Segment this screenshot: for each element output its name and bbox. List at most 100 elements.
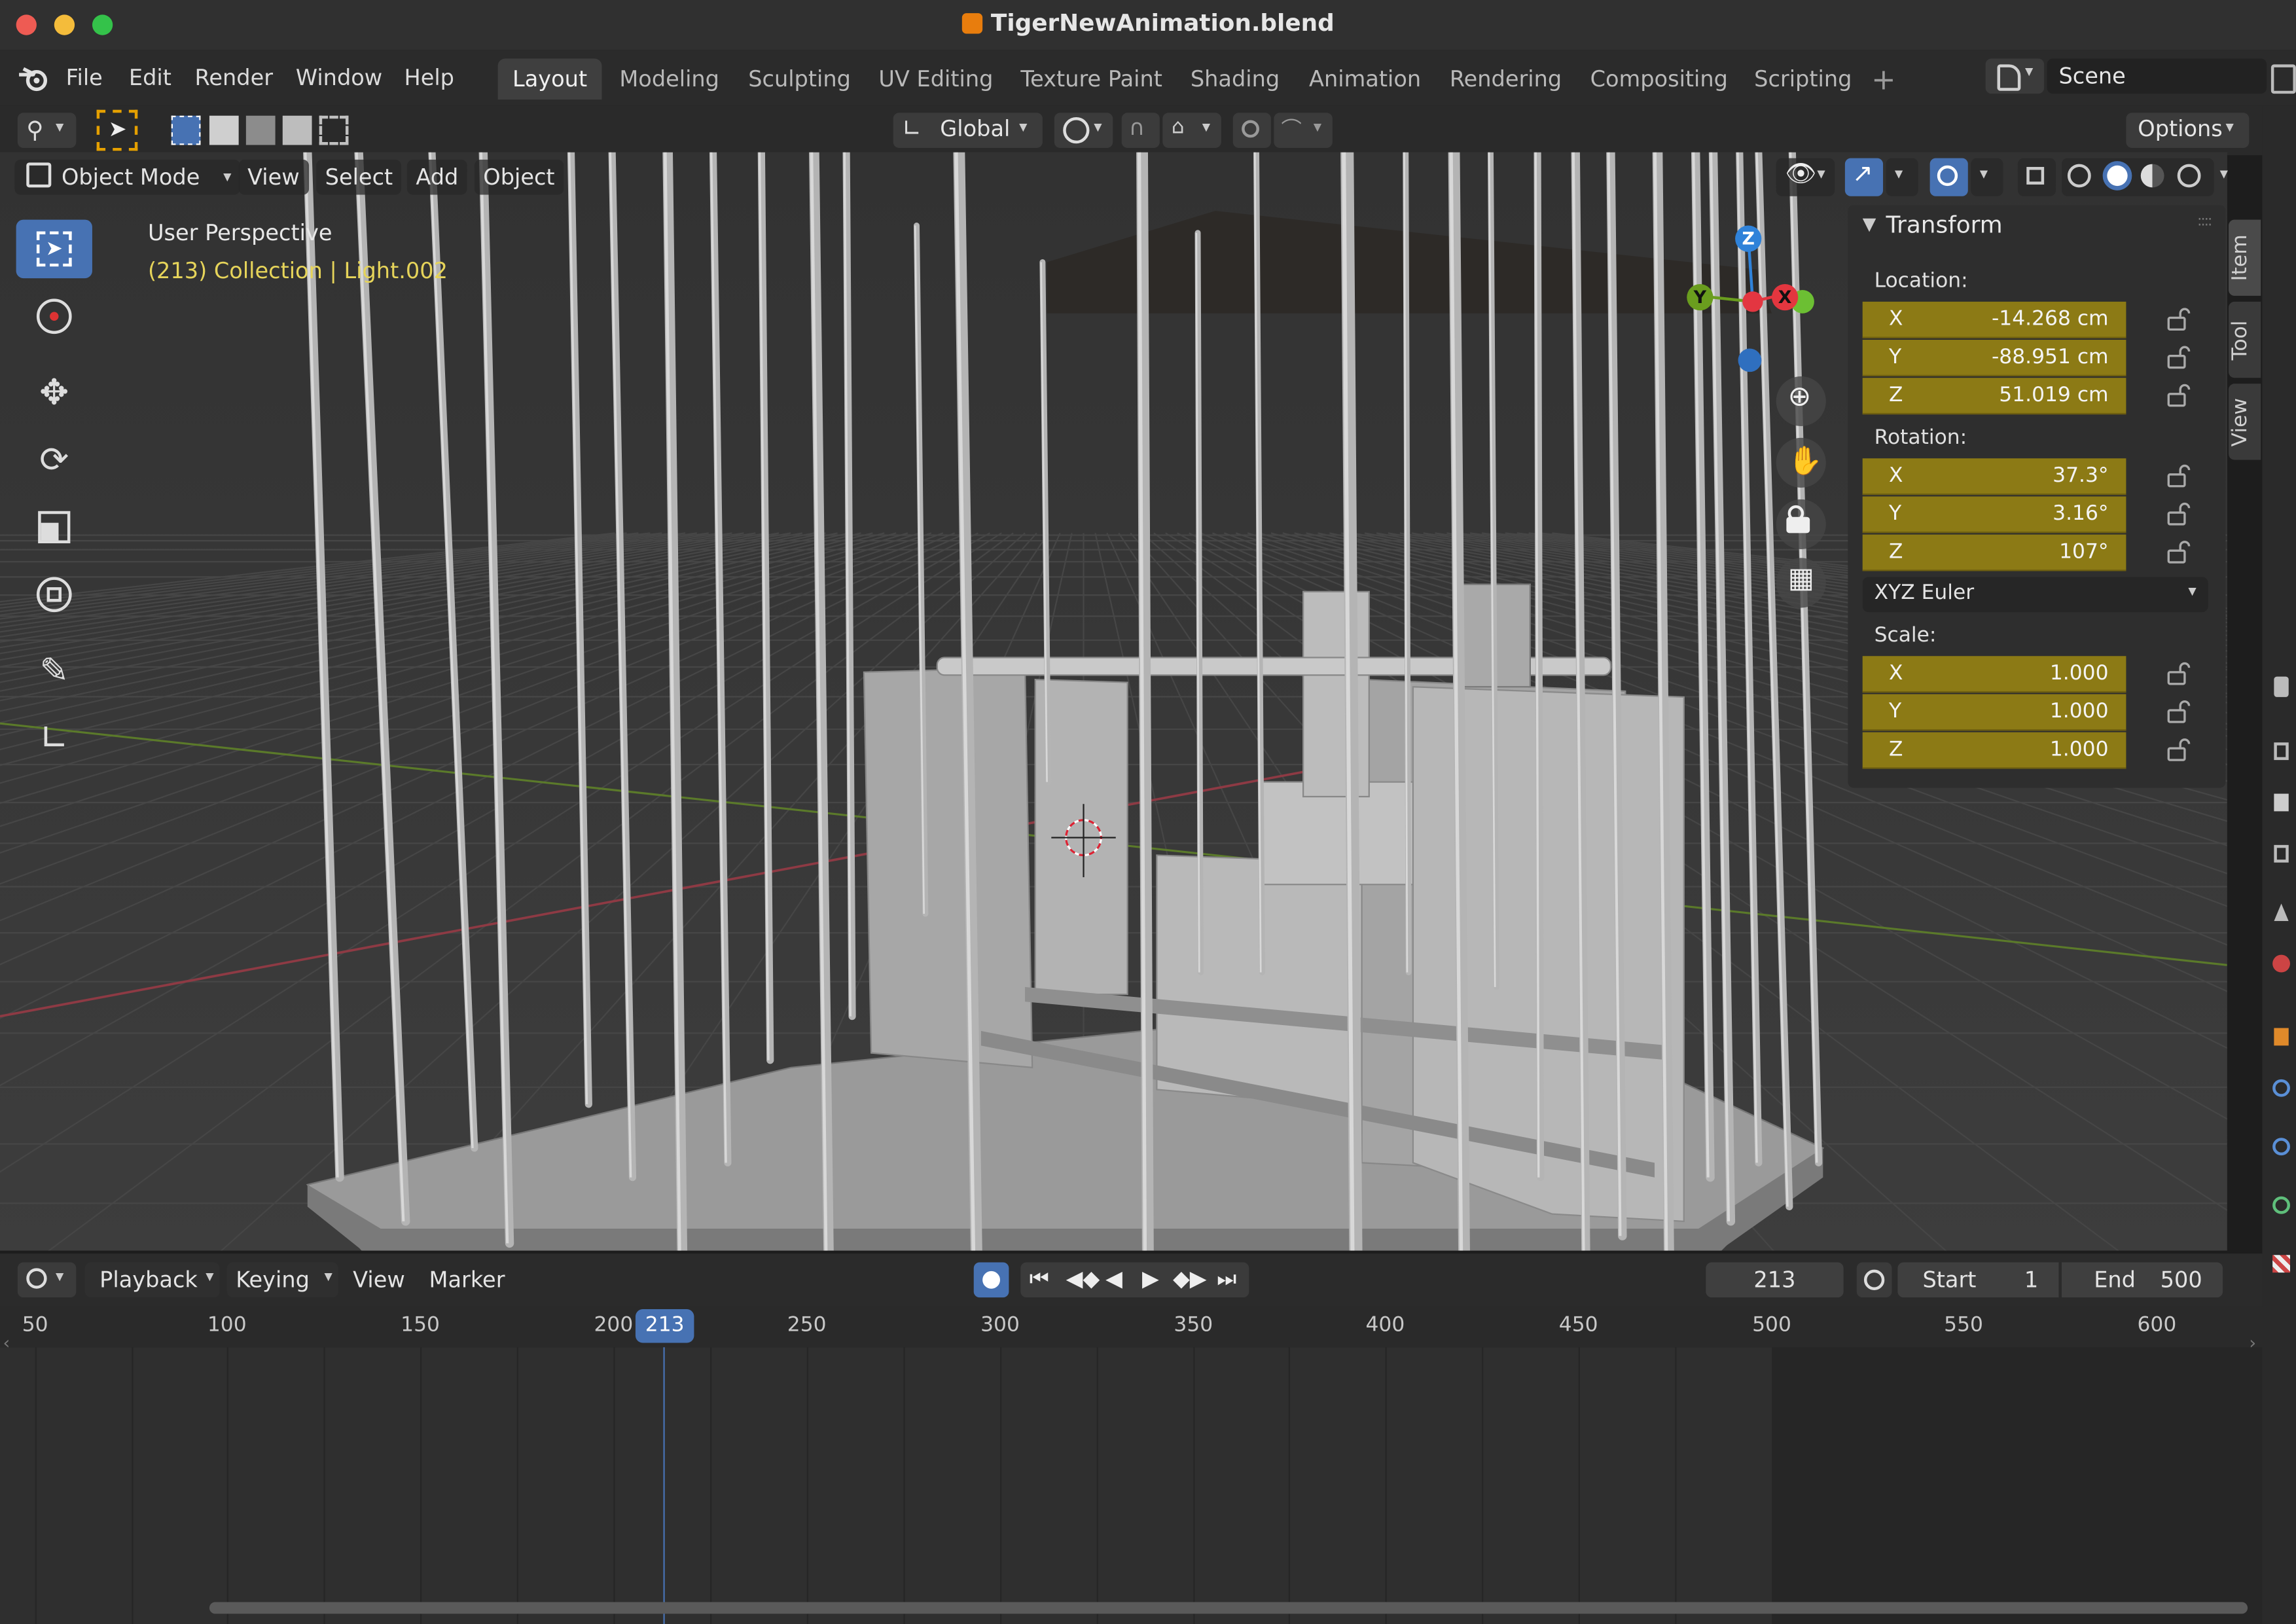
jump-to-end-icon[interactable]: ⏭ [1217, 1265, 1236, 1291]
tab-texture-paint[interactable]: Texture Paint [1006, 58, 1177, 99]
object-mode-dropdown[interactable]: Object Mode ▾ [14, 159, 240, 195]
unlock-icon[interactable] [2164, 463, 2191, 489]
scene-name-field[interactable]: Scene [2047, 58, 2267, 94]
navigation-gizmo[interactable]: Z Y X [1669, 211, 1830, 372]
unlock-icon[interactable] [2164, 660, 2191, 687]
viewport-menu-add[interactable]: Add [406, 159, 467, 195]
tool-properties-icon[interactable] [2274, 676, 2289, 697]
tab-layout[interactable]: Layout [497, 58, 602, 100]
rotate-tool-button[interactable]: ⟳ [16, 431, 92, 489]
unlock-icon[interactable] [2164, 344, 2191, 370]
constraint-properties-icon[interactable] [2272, 1196, 2290, 1214]
annotate-tool-button[interactable]: ✎ [16, 641, 92, 700]
select-box-tool-icon[interactable]: ➤ [96, 109, 138, 151]
overlays-toggle[interactable] [1929, 158, 1968, 196]
options-dropdown[interactable]: Options ▾ [2126, 113, 2250, 148]
transform-tool-button[interactable] [16, 566, 92, 624]
rotation-mode-dropdown[interactable]: XYZ Euler ▾ [1862, 577, 2208, 613]
tab-modeling[interactable]: Modeling [605, 58, 734, 99]
location-y-field[interactable]: Y -88.951 cm [1862, 340, 2126, 376]
tab-sculpting[interactable]: Sculpting [734, 58, 865, 99]
render-properties-icon[interactable] [2274, 742, 2289, 761]
rotation-y-field[interactable]: Y 3.16° [1862, 496, 2126, 533]
proportional-falloff-button[interactable]: ⌒ ▾ [1274, 113, 1333, 148]
end-frame-field[interactable]: End 500 [2061, 1262, 2223, 1298]
timeline-menu-marker[interactable]: Marker [429, 1267, 505, 1293]
playhead-frame-badge[interactable]: 213 [635, 1309, 694, 1343]
zoom-icon[interactable]: ⊕ [1776, 376, 1826, 427]
gizmo-toggle[interactable]: ↗ [1844, 158, 1884, 196]
unlock-icon[interactable] [2164, 736, 2191, 763]
preview-range-toggle[interactable] [1856, 1262, 1892, 1298]
hand-pan-icon[interactable]: ✋ [1776, 437, 1826, 488]
view-layer-icon[interactable] [2270, 64, 2296, 94]
visibility-toggle[interactable]: 👁 ▾ [1776, 158, 1835, 196]
measure-tool-button[interactable]: ∟ [16, 709, 92, 767]
keying-menu[interactable]: Keying ▾ [226, 1262, 338, 1298]
shading-options[interactable]: ▾ [2214, 158, 2244, 196]
current-frame-field[interactable]: 213 [1706, 1262, 1844, 1298]
play-reverse-icon[interactable]: ◀ [1105, 1265, 1122, 1291]
tab-compositing[interactable]: Compositing [1575, 58, 1742, 99]
snap-target-button[interactable]: ⌂ ▾ [1162, 113, 1221, 148]
viewport-menu-select[interactable]: Select [316, 159, 402, 195]
object-properties-icon[interactable] [2274, 1028, 2289, 1046]
wireframe-shading-icon[interactable] [2067, 164, 2091, 188]
tab-animation[interactable]: Animation [1295, 58, 1436, 99]
gizmo-y-button[interactable]: Y [1687, 284, 1713, 311]
physics-properties-icon[interactable] [2272, 1138, 2290, 1156]
blender-logo-icon[interactable] [18, 63, 50, 92]
rotation-x-field[interactable]: X 37.3° [1862, 458, 2126, 496]
cursor-tool-button[interactable] [16, 287, 92, 345]
menu-help[interactable]: Help [404, 64, 454, 90]
select-mode-invert-icon[interactable] [282, 115, 312, 145]
editor-type-button[interactable]: ⚲ ▾ [17, 113, 77, 148]
chevron-left-icon[interactable]: ‹ [3, 1333, 10, 1353]
unlock-icon[interactable] [2164, 501, 2191, 527]
scene-properties-icon[interactable] [2274, 903, 2289, 922]
sidebar-tab-view[interactable]: View [2229, 384, 2261, 460]
tab-rendering[interactable]: Rendering [1435, 58, 1576, 99]
start-frame-field[interactable]: Start 1 [1897, 1262, 2059, 1298]
location-z-field[interactable]: Z 51.019 cm [1862, 378, 2126, 415]
unlock-icon[interactable] [2164, 698, 2191, 725]
timeline-menu-view[interactable]: View [353, 1267, 405, 1293]
timeline-editor-type-button[interactable]: ▾ [17, 1262, 77, 1298]
viewport-menu-view[interactable]: View [238, 159, 309, 195]
menu-window[interactable]: Window [296, 64, 382, 90]
timeline-ruler[interactable]: 50 100 150 200 250 300 350 400 450 500 5… [0, 1306, 2263, 1348]
select-mode-extend-icon[interactable] [209, 115, 239, 145]
menu-edit[interactable]: Edit [129, 64, 171, 90]
select-mode-subtract-icon[interactable] [245, 115, 276, 145]
scale-z-field[interactable]: Z 1.000 [1862, 732, 2126, 769]
unlock-icon[interactable] [2164, 539, 2191, 565]
viewport-menu-object[interactable]: Object [474, 159, 564, 195]
world-properties-icon[interactable] [2272, 954, 2290, 973]
transform-orientation-dropdown[interactable]: ∟ Global ▾ [893, 113, 1043, 148]
xray-toggle[interactable] [2017, 158, 2056, 196]
chevron-right-icon[interactable]: › [2249, 1333, 2256, 1353]
unlock-icon[interactable] [2164, 306, 2191, 333]
select-box-tool-button[interactable]: ➤ [16, 219, 92, 279]
collapse-arrow-icon[interactable]: ▼ [1863, 214, 1876, 234]
location-x-field[interactable]: X -14.268 cm [1862, 301, 2126, 338]
select-mode-intersect-icon[interactable] [319, 115, 349, 145]
sidebar-tab-item[interactable]: Item [2229, 219, 2261, 296]
jump-to-start-icon[interactable]: ⏮ [1030, 1265, 1049, 1291]
tab-scripting[interactable]: Scripting [1740, 58, 1867, 99]
rendered-shading-icon[interactable] [2177, 164, 2201, 188]
material-shading-icon[interactable] [2140, 164, 2164, 188]
unlock-icon[interactable] [2164, 382, 2191, 408]
proportional-edit-toggle[interactable] [1232, 113, 1271, 148]
view-layer-properties-icon[interactable] [2274, 844, 2289, 863]
gizmo-x-button[interactable]: X [1772, 284, 1799, 311]
play-icon[interactable]: ▶ [1142, 1265, 1159, 1291]
drag-handle-icon[interactable]: :::: [2197, 214, 2213, 230]
scene-selector-button[interactable]: ▾ [1985, 58, 2045, 94]
select-mode-new-icon[interactable] [171, 115, 201, 145]
camera-view-icon[interactable] [1776, 499, 1826, 549]
menu-file[interactable]: File [66, 64, 103, 90]
playback-menu[interactable]: Playback ▾ [84, 1262, 220, 1298]
scale-x-field[interactable]: X 1.000 [1862, 656, 2126, 693]
auto-keying-toggle[interactable] [973, 1262, 1009, 1298]
